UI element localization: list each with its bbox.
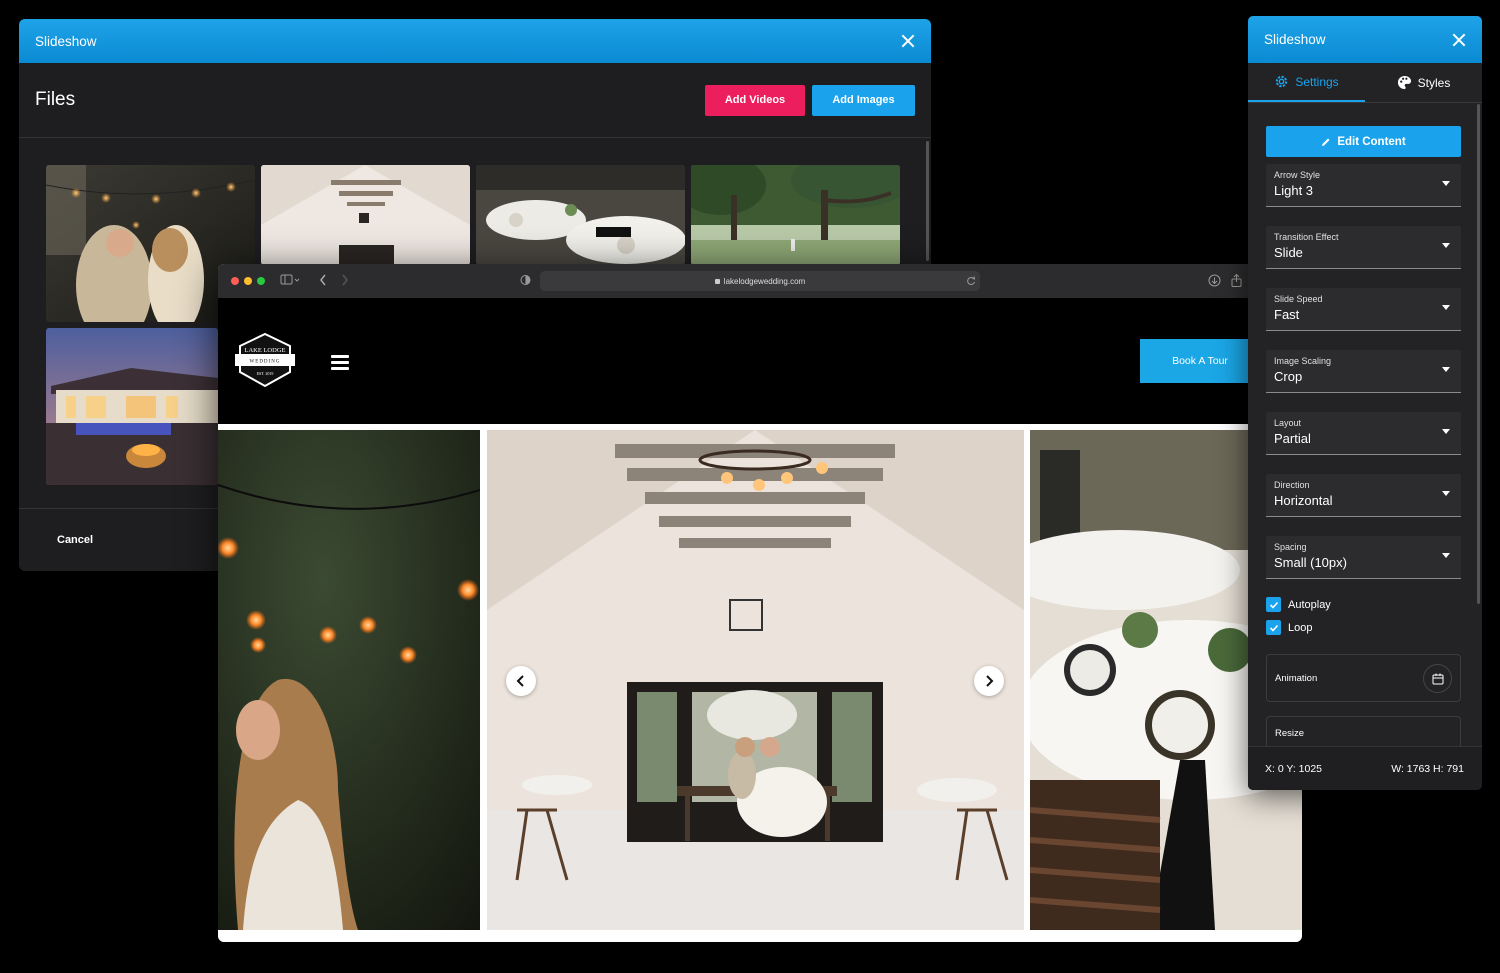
arrow-style-select[interactable]: Arrow Style Light 3	[1266, 164, 1461, 207]
logo-text-mid: WEDDING	[250, 360, 281, 365]
add-videos-button[interactable]: Add Videos	[705, 84, 805, 116]
logo-text-bottom: EST. 2019	[257, 371, 274, 376]
tab-styles-label: Styles	[1417, 75, 1451, 90]
files-heading: Files	[35, 89, 76, 110]
checkbox-checked-icon	[1266, 597, 1281, 612]
autoplay-checkbox[interactable]: Autoplay	[1266, 597, 1331, 612]
palette-icon	[1397, 75, 1411, 90]
field-value: Horizontal	[1274, 493, 1333, 508]
download-icon[interactable]	[1208, 274, 1221, 290]
url-text: lakelodgewedding.com	[723, 276, 806, 286]
autoplay-label: Autoplay	[1288, 598, 1331, 611]
lock-icon	[714, 278, 720, 284]
settings-scrollbar[interactable]	[1477, 104, 1480, 604]
files-modal-titlebar: Slideshow	[19, 19, 931, 63]
field-label: Image Scaling	[1274, 356, 1332, 366]
address-bar[interactable]: lakelodgewedding.com	[540, 271, 980, 291]
field-label: Transition Effect	[1274, 232, 1339, 242]
close-window-button[interactable]	[231, 277, 239, 285]
slide-image	[218, 430, 480, 930]
slideshow	[218, 430, 1302, 930]
chevron-down-icon	[1442, 429, 1450, 434]
edit-content-button[interactable]: Edit Content	[1266, 126, 1461, 157]
field-label: Layout	[1274, 418, 1302, 428]
slide-speed-select[interactable]: Slide Speed Fast	[1266, 288, 1461, 331]
settings-titlebar: Slideshow	[1248, 16, 1482, 63]
field-label: Slide Speed	[1274, 294, 1323, 304]
edit-content-label: Edit Content	[1337, 135, 1406, 148]
gear-icon	[1276, 75, 1288, 88]
browser-toolbar: lakelodgewedding.com	[218, 264, 1302, 298]
sidebar-toggle-icon[interactable]	[280, 274, 300, 289]
shield-icon[interactable]	[520, 274, 531, 289]
chevron-down-icon	[1442, 243, 1450, 248]
back-icon[interactable]	[319, 274, 327, 289]
file-thumbnail[interactable]	[691, 165, 900, 265]
tab-settings-label: Settings	[1295, 74, 1339, 89]
direction-select[interactable]: Direction Horizontal	[1266, 474, 1461, 517]
field-value: Crop	[1274, 369, 1303, 384]
chevron-down-icon	[1442, 491, 1450, 496]
forward-icon[interactable]	[341, 274, 349, 289]
field-value: Partial	[1274, 431, 1311, 446]
checkbox-checked-icon	[1266, 620, 1281, 635]
chevron-down-icon	[1442, 305, 1450, 310]
position-readout: X: 0 Y: 1025	[1265, 763, 1323, 775]
next-slide-button[interactable]	[974, 666, 1004, 696]
field-label: Direction	[1274, 480, 1310, 490]
settings-title: Slideshow	[1264, 32, 1326, 47]
settings-footer: X: 0 Y: 1025 W: 1763 H: 791	[1248, 746, 1482, 790]
resize-label: Resize	[1275, 728, 1305, 739]
slide-image	[487, 430, 1024, 930]
field-value: Light 3	[1274, 183, 1314, 198]
tab-styles[interactable]: Styles	[1365, 63, 1482, 102]
logo-text-top: LAKE LODGE	[245, 347, 286, 354]
chevron-down-icon	[1442, 367, 1450, 372]
transition-effect-select[interactable]: Transition Effect Slide	[1266, 226, 1461, 269]
calendar-icon[interactable]	[1423, 664, 1452, 693]
hamburger-menu-icon[interactable]	[331, 355, 349, 373]
files-modal-title: Slideshow	[35, 33, 97, 49]
field-value: Fast	[1274, 307, 1300, 322]
previous-slide-button[interactable]	[506, 666, 536, 696]
close-icon[interactable]	[901, 34, 915, 48]
share-icon[interactable]	[1231, 273, 1242, 290]
settings-tabs: Settings Styles	[1248, 63, 1482, 103]
field-label: Spacing	[1274, 542, 1307, 552]
field-label: Arrow Style	[1274, 170, 1321, 180]
reload-icon[interactable]	[966, 275, 976, 289]
minimize-window-button[interactable]	[244, 277, 252, 285]
spacing-select[interactable]: Spacing Small (10px)	[1266, 536, 1461, 579]
loop-checkbox[interactable]: Loop	[1266, 620, 1312, 635]
layout-select[interactable]: Layout Partial	[1266, 412, 1461, 455]
site-logo[interactable]: LAKE LODGE WEDDING EST. 2019	[234, 332, 296, 393]
loop-label: Loop	[1288, 621, 1313, 634]
file-thumbnail[interactable]	[476, 165, 685, 265]
add-images-button[interactable]: Add Images	[812, 84, 915, 116]
book-a-tour-button[interactable]: Book A Tour	[1140, 339, 1260, 383]
settings-panel: Slideshow Settings Styles Edit Content A…	[1248, 16, 1482, 790]
cancel-button[interactable]: Cancel	[57, 534, 93, 546]
image-scaling-select[interactable]: Image Scaling Crop	[1266, 350, 1461, 393]
maximize-window-button[interactable]	[257, 277, 265, 285]
animation-row[interactable]: Animation	[1266, 654, 1461, 702]
size-readout: W: 1763 H: 791	[1391, 763, 1464, 775]
files-scrollbar[interactable]	[926, 141, 929, 261]
field-value: Small (10px)	[1274, 555, 1347, 570]
close-icon[interactable]	[1452, 33, 1466, 47]
chevron-right-icon	[986, 675, 994, 687]
files-header: Files Add Videos Add Images	[19, 63, 931, 138]
file-thumbnail[interactable]	[261, 165, 470, 265]
chevron-left-icon	[516, 675, 524, 687]
tab-settings[interactable]: Settings	[1248, 63, 1365, 102]
site-header: LAKE LODGE WEDDING EST. 2019 Book A Tour	[218, 298, 1302, 424]
chevron-down-icon	[1442, 181, 1450, 186]
field-value: Slide	[1274, 245, 1303, 260]
pencil-icon	[1322, 138, 1330, 146]
browser-window: lakelodgewedding.com LAKE LODGE WEDDING …	[218, 264, 1302, 942]
animation-label: Animation	[1275, 673, 1318, 684]
chevron-down-icon	[1442, 553, 1450, 558]
file-thumbnail[interactable]	[46, 328, 218, 485]
